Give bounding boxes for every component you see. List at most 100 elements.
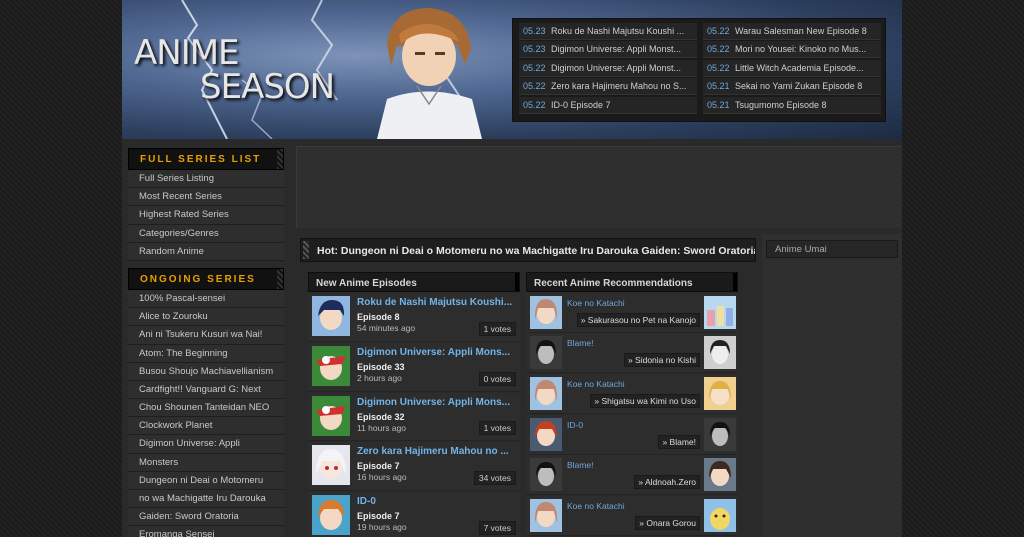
- sidebar-item-series[interactable]: Digimon Universe: Appli: [128, 435, 284, 454]
- latest-date: 05.22: [523, 62, 546, 73]
- latest-item[interactable]: 05.22 Zero kara Hajimeru Mahou no S...: [519, 78, 697, 96]
- episode-thumbnail: [312, 445, 350, 486]
- recommendation-source[interactable]: Blame!: [567, 338, 593, 348]
- sidebar-item-series[interactable]: no wa Machigatte Iru Darouka: [128, 490, 284, 509]
- sidebar-item-series[interactable]: Atom: The Beginning: [128, 344, 284, 363]
- recommendation-source[interactable]: Koe no Katachi: [567, 379, 625, 389]
- sidebar-item-random[interactable]: Random Anime: [128, 242, 284, 261]
- latest-item[interactable]: 05.22 Little Witch Academia Episode...: [703, 59, 881, 77]
- recommendation-target[interactable]: » Blame!: [658, 434, 700, 449]
- recommendation-thumbnail: [704, 336, 736, 370]
- latest-title: Warau Salesman New Episode 8: [735, 26, 867, 36]
- latest-item[interactable]: 05.23 Roku de Nashi Majutsu Koushi ...: [519, 23, 697, 40]
- sidebar-item-series[interactable]: Busou Shoujo Machiavellianism: [128, 362, 284, 381]
- episode-item[interactable]: Digimon Universe: Appli Mons... Episode …: [308, 342, 520, 392]
- episode-item[interactable]: Roku de Nashi Majutsu Koushi... Episode …: [308, 293, 520, 342]
- recommendations-heading: Recent Anime Recommendations: [526, 272, 738, 292]
- recommendation-thumbnail: [704, 458, 736, 492]
- episode-title: ID-0: [357, 496, 376, 508]
- recommendation-target[interactable]: » Aldnoah.Zero: [634, 475, 700, 490]
- recommendations-panel: Recent Anime Recommendations Koe no Kata…: [526, 272, 738, 537]
- vote-count: 7 votes: [478, 520, 516, 535]
- recommendation-thumbnail: [704, 498, 736, 532]
- episode-title: Digimon Universe: Appli Mons...: [357, 346, 510, 358]
- recommendation-item[interactable]: Blame! » Aldnoah.Zero: [526, 455, 738, 496]
- sidebar-item-full-series-listing[interactable]: Full Series Listing: [128, 170, 284, 189]
- sidebar-item-series[interactable]: Eromanga Sensei: [128, 526, 284, 537]
- sidebar-item-series[interactable]: Dungeon ni Deai o Motomeru: [128, 471, 284, 490]
- sidebar-item-series[interactable]: Gaiden: Sword Oratoria: [128, 508, 284, 527]
- episode-time: 16 hours ago: [357, 472, 407, 483]
- full-series-heading: Full Series List: [128, 148, 284, 170]
- recommendation-item[interactable]: Blame! » Sidonia no Kishi: [526, 333, 738, 374]
- latest-title: Digimon Universe: Appli Monst...: [551, 44, 682, 55]
- recommendation-thumbnail: [530, 417, 562, 451]
- sidebar-item-series[interactable]: Cardfight!! Vanguard G: Next: [128, 380, 284, 400]
- latest-title: Digimon Universe: Appli Monst...: [551, 62, 682, 73]
- sidebar-item-series[interactable]: Alice to Zouroku: [128, 308, 284, 327]
- episode-item[interactable]: Zero kara Hajimeru Mahou no ... Episode …: [308, 442, 520, 492]
- sidebar-item-categories[interactable]: Categories/Genres: [128, 224, 284, 243]
- recommendation-source[interactable]: ID-0: [567, 420, 583, 430]
- latest-item[interactable]: 05.22 ID-0 Episode 7: [519, 96, 697, 114]
- recommendation-thumbnail: [530, 295, 562, 329]
- latest-date: 05.23: [523, 44, 546, 55]
- sidebar-item-series[interactable]: Clockwork Planet: [128, 417, 284, 436]
- sidebar-item-series[interactable]: Ani ni Tsukeru Kusuri wa Nai!: [128, 326, 284, 345]
- episode-thumbnail: [312, 495, 350, 536]
- episode-number: Episode 8: [357, 312, 400, 322]
- latest-column-left: 05.23 Roku de Nashi Majutsu Koushi ... 05…: [519, 23, 697, 115]
- recommendation-thumbnail: [530, 458, 562, 492]
- sidebar-item-highest-rated[interactable]: Highest Rated Series: [128, 206, 284, 225]
- right-sidebar-item[interactable]: Anime Umai: [766, 240, 898, 258]
- episode-number: Episode 33: [357, 361, 405, 372]
- recommendation-source[interactable]: Koe no Katachi: [567, 501, 625, 511]
- episode-item[interactable]: ID-0 Episode 7 19 hours ago 7 votes: [308, 492, 520, 537]
- sidebar-item-series[interactable]: Chou Shounen Tanteidan NEO: [128, 399, 284, 418]
- latest-item[interactable]: 05.22 Warau Salesman New Episode 8: [703, 23, 881, 40]
- episode-time: 11 hours ago: [357, 422, 406, 433]
- episode-number: Episode 32: [357, 411, 405, 422]
- hero-character-image: [377, 8, 482, 139]
- latest-title: Tsugumomo Episode 8: [735, 99, 827, 110]
- recommendation-target[interactable]: » Sidonia no Kishi: [623, 353, 700, 368]
- hot-announcement-bar[interactable]: Hot: Dungeon ni Deai o Motomeru no wa Ma…: [300, 238, 756, 262]
- latest-date: 05.21: [707, 81, 730, 92]
- episode-time: 19 hours ago: [357, 522, 407, 533]
- latest-item[interactable]: 05.21 Tsugumomo Episode 8: [703, 96, 881, 114]
- recommendation-item[interactable]: Koe no Katachi » Sakurasou no Pet na Kan…: [526, 292, 738, 333]
- latest-date: 05.22: [523, 81, 546, 92]
- new-episodes-panel: New Anime Episodes Roku de Nashi Majutsu…: [308, 272, 520, 537]
- latest-item[interactable]: 05.23 Digimon Universe: Appli Monst...: [519, 41, 697, 59]
- episode-title: Roku de Nashi Majutsu Koushi...: [357, 297, 513, 308]
- episode-item[interactable]: Digimon Universe: Appli Mons... Episode …: [308, 392, 520, 442]
- episode-thumbnail: [312, 395, 350, 436]
- right-sidebar: Anime Umai: [762, 234, 902, 537]
- latest-date: 05.21: [707, 99, 730, 110]
- vote-count: 34 votes: [473, 471, 516, 486]
- latest-item[interactable]: 05.22 Mori no Yousei: Kinoko no Mus...: [703, 41, 881, 59]
- recommendation-source[interactable]: Blame!: [567, 460, 593, 470]
- ongoing-series-heading: Ongoing Series: [128, 267, 284, 290]
- recommendation-item[interactable]: Koe no Katachi » Shigatsu wa Kimi no Uso: [526, 373, 738, 415]
- sidebar-item-series[interactable]: Monsters: [128, 453, 284, 472]
- sidebar-item-most-recent[interactable]: Most Recent Series: [128, 188, 284, 207]
- latest-item[interactable]: 05.21 Sekai no Yami Zukan Episode 8: [703, 78, 881, 96]
- site-logo[interactable]: ANIME SEASON: [134, 36, 374, 104]
- recommendation-source[interactable]: Koe no Katachi: [567, 298, 625, 308]
- logo-line1: ANIME: [134, 33, 240, 73]
- recommendation-item[interactable]: Koe no Katachi » Onara Gorou: [526, 495, 738, 537]
- sidebar-item-series[interactable]: 100% Pascal-sensei: [128, 289, 284, 309]
- latest-item[interactable]: 05.22 Digimon Universe: Appli Monst...: [519, 59, 697, 77]
- recommendation-target[interactable]: » Shigatsu wa Kimi no Uso: [590, 394, 700, 409]
- recommendation-target[interactable]: » Onara Gorou: [635, 516, 700, 531]
- recommendation-target[interactable]: » Sakurasou no Pet na Kanojo: [576, 312, 700, 327]
- recommendation-thumbnail: [530, 376, 562, 410]
- recommendation-thumbnail: [530, 336, 562, 370]
- ad-banner-area: [296, 146, 902, 228]
- recommendation-item[interactable]: ID-0 » Blame!: [526, 414, 738, 455]
- page-wrapper: ANIME SEASON 05.23 Roku de Nashi Majutsu …: [122, 0, 902, 537]
- latest-title: Sekai no Yami Zukan Episode 8: [735, 81, 863, 92]
- episode-number: Episode 7: [357, 461, 400, 472]
- episode-title: Zero kara Hajimeru Mahou no ...: [357, 446, 509, 458]
